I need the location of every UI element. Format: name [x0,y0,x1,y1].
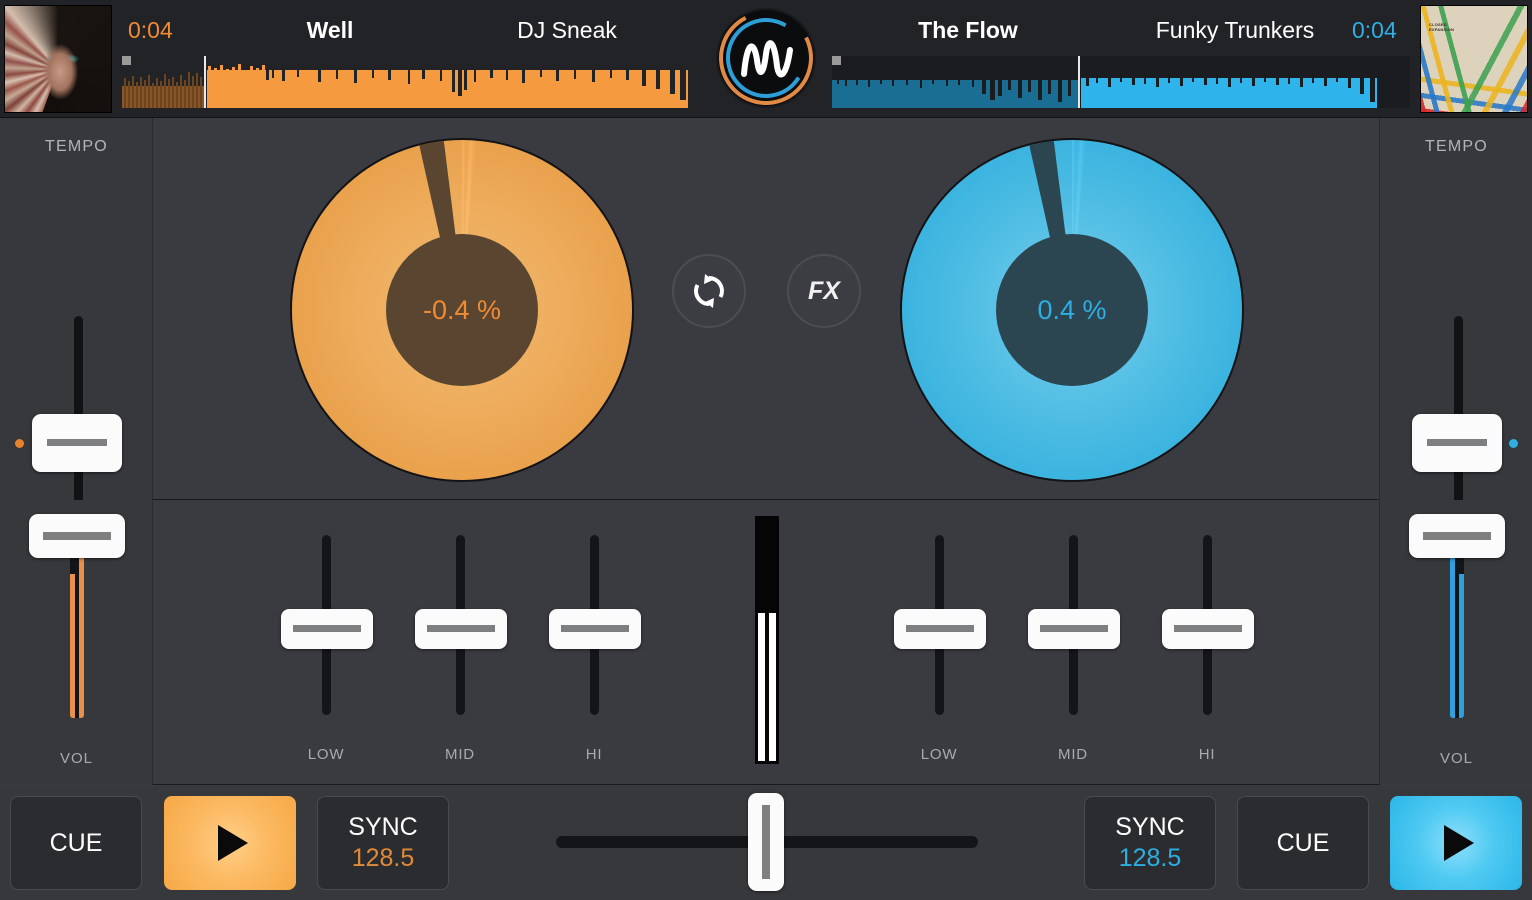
eq-right-low-thumb[interactable] [894,609,986,649]
tempo-indicator-dot-left [15,439,24,448]
eq-right-hi-label: HI [1140,746,1274,763]
play-button-left[interactable] [164,796,296,890]
master-level-fader-fill [758,613,776,761]
eq-right-hi: HI [1140,500,1274,785]
album-art-left-image [5,6,111,112]
eq-left-hi-label: HI [527,746,661,763]
bpm-value-left: 128.5 [352,842,415,874]
tempo-label-left: TEMPO [0,138,153,156]
album-art-left[interactable] [4,5,112,113]
volume-label-left: VOL [0,750,153,767]
eq-left-mid-thumb-line [427,625,495,632]
logo-waveform-icon [738,32,798,88]
bpm-value-right: 128.5 [1119,842,1182,874]
volume-fader-left-thumb[interactable] [29,514,125,558]
app-logo [716,8,816,108]
tempo-slider-right-thumb[interactable] [1412,414,1502,472]
eq-left-hi-thumb-line [561,625,629,632]
eq-right-low-thumb-line [906,625,974,632]
volume-fader-right-thumb[interactable] [1409,514,1505,558]
loop-button[interactable] [672,254,746,328]
pitch-display-right: 0.4 % [996,234,1148,386]
tempo-slider-right-thumb-line [1427,439,1487,446]
play-button-right[interactable] [1390,796,1522,890]
tempo-indicator-dot-right [1509,439,1518,448]
tempo-slider-left-thumb-line [47,439,107,446]
sync-button-left-label: SYNC [348,812,417,842]
tempo-column-left: TEMPO [0,118,153,500]
eq-left-mid-thumb[interactable] [415,609,507,649]
master-level-fader-split [765,613,769,761]
album-art-right-image: CLOSEDEXPANSION [1421,6,1527,112]
master-level-fader[interactable] [755,516,779,764]
eq-left-mid: MID [393,500,527,785]
waveform-left[interactable] [122,56,700,108]
waveform-right-svg [832,56,1410,108]
eq-right-mid-thumb[interactable] [1028,609,1120,649]
play-icon-right [1444,825,1474,861]
dj-app-root: 0:04 Well DJ Sneak [0,0,1532,900]
volume-fader-left-track[interactable] [70,544,84,718]
volume-label-right: VOL [1380,750,1532,767]
fx-button-label: FX [808,277,840,306]
fx-button[interactable]: FX [787,254,861,328]
cue-button-left[interactable]: CUE [10,796,142,890]
volume-fader-left-center-line [75,544,79,718]
eq-left-low-label: LOW [259,746,393,763]
waveform-header: 0:04 Well DJ Sneak [0,0,1532,118]
waveform-left-svg [122,56,700,108]
loop-repeat-icon [692,274,726,308]
sync-button-right-label: SYNC [1115,812,1184,842]
crossfader-thumb-line [762,805,770,879]
play-icon-left [218,825,248,861]
eq-right-low: LOW [872,500,1006,785]
eq-left-mid-label: MID [393,746,527,763]
eq-right-mid: MID [1006,500,1140,785]
volume-column-left: VOL [0,500,153,785]
deck-right-artist: Funky Trunkers [1128,12,1342,48]
waveform-right[interactable] [832,56,1410,108]
eq-left-low: LOW [259,500,393,785]
eq-left-low-thumb-line [293,625,361,632]
deck-right-time: 0:04 [1352,12,1397,48]
album-art-right-caption: CLOSEDEXPANSION [1429,22,1454,32]
eq-left-hi: HI [527,500,661,785]
eq-right-low-label: LOW [872,746,1006,763]
album-art-right[interactable]: CLOSEDEXPANSION [1420,5,1528,113]
turntable-right[interactable]: 0.4 % [900,138,1244,482]
sync-button-left[interactable]: SYNC 128.5 [317,796,449,890]
deck-right-title: The Flow [866,12,1070,48]
cue-button-right[interactable]: CUE [1237,796,1369,890]
eq-right-hi-thumb[interactable] [1162,609,1254,649]
eq-left-hi-thumb[interactable] [549,609,641,649]
tempo-label-right: TEMPO [1380,138,1532,156]
cue-button-right-label: CUE [1277,829,1330,858]
waveform-right-cue-marker[interactable] [832,56,841,65]
cue-button-left-label: CUE [50,829,103,858]
tempo-column-right: TEMPO [1379,118,1532,500]
sync-button-right[interactable]: SYNC 128.5 [1084,796,1216,890]
eq-right-mid-thumb-line [1040,625,1108,632]
volume-fader-right-thumb-line [1423,532,1491,540]
volume-fader-left-thumb-line [43,532,111,540]
turntable-left[interactable]: -0.4 % [290,138,634,482]
volume-fader-right-track[interactable] [1450,544,1464,718]
deck-left-time: 0:04 [128,12,173,48]
tempo-slider-left-thumb[interactable] [32,414,122,472]
volume-column-right: VOL [1379,500,1532,785]
eq-right-hi-thumb-line [1174,625,1242,632]
deck-left-title: Well [230,12,430,48]
waveform-left-cue-marker[interactable] [122,56,131,65]
deck-left-artist: DJ Sneak [460,12,674,48]
crossfader-thumb[interactable] [748,793,784,891]
pitch-display-left: -0.4 % [386,234,538,386]
eq-left-low-thumb[interactable] [281,609,373,649]
deck-zone: TEMPO -0.4 % FX [0,118,1532,500]
eq-right-mid-label: MID [1006,746,1140,763]
